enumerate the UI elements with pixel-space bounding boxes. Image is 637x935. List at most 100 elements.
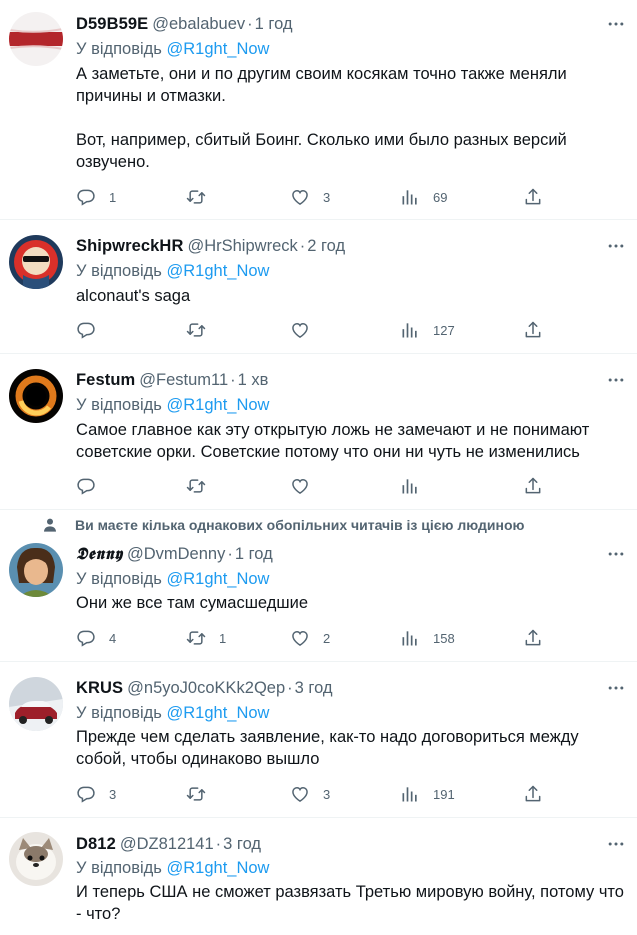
share-button[interactable] xyxy=(523,319,543,341)
display-name[interactable]: KRUS xyxy=(76,679,123,697)
like-button[interactable] xyxy=(290,319,323,341)
user-handle[interactable]: @HrShipwreck xyxy=(187,237,297,255)
user-handle[interactable]: @n5yoJ0coKKk2Qep xyxy=(127,679,285,697)
tweet[interactable]: D59B59E @ebalabuev · 1 год У відповідь @R1g… xyxy=(0,0,637,220)
retweet-icon xyxy=(186,476,206,496)
display-name[interactable]: Festum xyxy=(76,371,135,389)
more-options-button[interactable] xyxy=(605,543,627,565)
display-name[interactable]: 𝕯𝖊𝖓𝖓𝖞 xyxy=(76,544,123,563)
view-count: 69 xyxy=(433,189,448,205)
mention-link[interactable]: @R1ght_Now xyxy=(167,262,270,280)
more-options-button[interactable] xyxy=(605,235,627,257)
view-count: 191 xyxy=(433,786,455,802)
views-button[interactable]: 69 xyxy=(400,186,447,208)
reply-count: 3 xyxy=(109,786,117,802)
display-name[interactable]: ShipwreckHR xyxy=(76,237,183,255)
user-handle[interactable]: @Festum11 xyxy=(139,371,228,389)
tweet-text: Прежде чем сделать заявление, как-то над… xyxy=(76,728,584,768)
snowy-car-avatar-icon xyxy=(9,677,63,731)
reply-button[interactable]: 4 xyxy=(76,627,116,649)
retweet-button[interactable] xyxy=(186,186,219,208)
reply-prefix: У відповідь xyxy=(76,40,162,58)
tweet[interactable]: Ви маєте кілька однакових обопільних чит… xyxy=(0,510,637,662)
like-button[interactable] xyxy=(290,475,323,497)
view-count: 158 xyxy=(433,630,455,646)
mention-link[interactable]: @R1ght_Now xyxy=(167,859,270,877)
share-button[interactable] xyxy=(523,627,543,649)
reply-icon xyxy=(76,784,96,804)
share-button[interactable] xyxy=(523,186,543,208)
mention-link[interactable]: @R1ght_Now xyxy=(167,570,270,588)
more-options-button[interactable] xyxy=(605,833,627,855)
retweet-count: 1 xyxy=(219,630,227,646)
views-button[interactable] xyxy=(400,475,433,497)
reply-prefix: У відповідь xyxy=(76,704,162,722)
timestamp[interactable]: 3 год xyxy=(223,835,261,853)
tweet-text: Самое главное как эту открытую ложь не з… xyxy=(76,421,594,461)
avatar[interactable] xyxy=(9,369,63,423)
user-handle[interactable]: @DvmDenny xyxy=(127,545,225,563)
tweet[interactable]: Festum @Festum11 · 1 хв У відповідь @R1ght_… xyxy=(0,354,637,510)
reply-context: У відповідь @R1ght_Now xyxy=(76,568,269,590)
tweet[interactable]: ShipwreckHR @HrShipwreck · 2 год У відповід… xyxy=(0,220,637,354)
heart-icon xyxy=(290,187,310,207)
mention-link[interactable]: @R1ght_Now xyxy=(167,40,270,58)
more-options-button[interactable] xyxy=(605,677,627,699)
reply-icon xyxy=(76,628,96,648)
timestamp[interactable]: 2 год xyxy=(307,237,345,255)
separator-dot: · xyxy=(227,545,233,563)
avatar[interactable] xyxy=(9,235,63,289)
avatar[interactable] xyxy=(9,543,63,597)
retweet-icon xyxy=(186,320,206,340)
heart-icon xyxy=(290,784,310,804)
user-handle[interactable]: @DZ812141 xyxy=(120,835,214,853)
reply-context: У відповідь @R1ght_Now xyxy=(76,702,269,724)
timestamp[interactable]: 1 хв xyxy=(238,371,269,389)
views-button[interactable]: 191 xyxy=(400,783,455,805)
retweet-button[interactable]: 1 xyxy=(186,627,226,649)
more-icon xyxy=(606,834,626,854)
tweet[interactable]: KRUS @n5yoJ0coKKk2Qep · 3 год У відповідь @… xyxy=(0,662,637,818)
reply-context: У відповідь @R1ght_Now xyxy=(76,260,269,282)
like-button[interactable]: 3 xyxy=(290,186,330,208)
tweet-header: 𝕯𝖊𝖓𝖓𝖞 @DvmDenny · 1 год xyxy=(76,543,597,565)
reply-button[interactable] xyxy=(76,475,109,497)
reply-button[interactable]: 3 xyxy=(76,783,116,805)
user-handle[interactable]: @ebalabuev xyxy=(152,15,245,33)
tweet[interactable]: D812 @DZ812141 · 3 год У відповідь @R1ght_N… xyxy=(0,818,637,935)
tweet-header: D812 @DZ812141 · 3 год xyxy=(76,833,597,855)
timestamp[interactable]: 1 год xyxy=(255,15,293,33)
mention-link[interactable]: @R1ght_Now xyxy=(167,704,270,722)
timestamp[interactable]: 1 год xyxy=(235,545,273,563)
retweet-icon xyxy=(186,784,206,804)
avatar[interactable] xyxy=(9,12,63,66)
more-options-button[interactable] xyxy=(605,13,627,35)
reply-button[interactable]: 1 xyxy=(76,186,116,208)
views-button[interactable]: 127 xyxy=(400,319,455,341)
like-button[interactable]: 3 xyxy=(290,783,330,805)
white-red-white-flag-avatar-icon xyxy=(9,12,63,66)
reply-icon xyxy=(76,187,96,207)
like-button[interactable]: 2 xyxy=(290,627,330,649)
views-button[interactable]: 158 xyxy=(400,627,455,649)
avatar[interactable] xyxy=(9,677,63,731)
retweet-button[interactable] xyxy=(186,319,219,341)
share-button[interactable] xyxy=(523,783,543,805)
reply-button[interactable] xyxy=(76,319,109,341)
avatar[interactable] xyxy=(9,832,63,886)
retweet-button[interactable] xyxy=(186,783,219,805)
tweet-actions: 3 3 191 xyxy=(68,783,548,805)
more-options-button[interactable] xyxy=(605,369,627,391)
display-name[interactable]: D812 xyxy=(76,835,116,853)
heart-icon xyxy=(290,320,310,340)
display-name[interactable]: D59B59E xyxy=(76,15,148,33)
more-icon xyxy=(606,14,626,34)
view-count: 127 xyxy=(433,322,455,338)
tweet-actions: 4 1 2 158 xyxy=(68,627,548,649)
share-button[interactable] xyxy=(523,475,543,497)
mention-link[interactable]: @R1ght_Now xyxy=(167,396,270,414)
analytics-icon xyxy=(400,784,420,804)
retweet-button[interactable] xyxy=(186,475,219,497)
tweet-header: KRUS @n5yoJ0coKKk2Qep · 3 год xyxy=(76,677,597,699)
timestamp[interactable]: 3 год xyxy=(295,679,333,697)
